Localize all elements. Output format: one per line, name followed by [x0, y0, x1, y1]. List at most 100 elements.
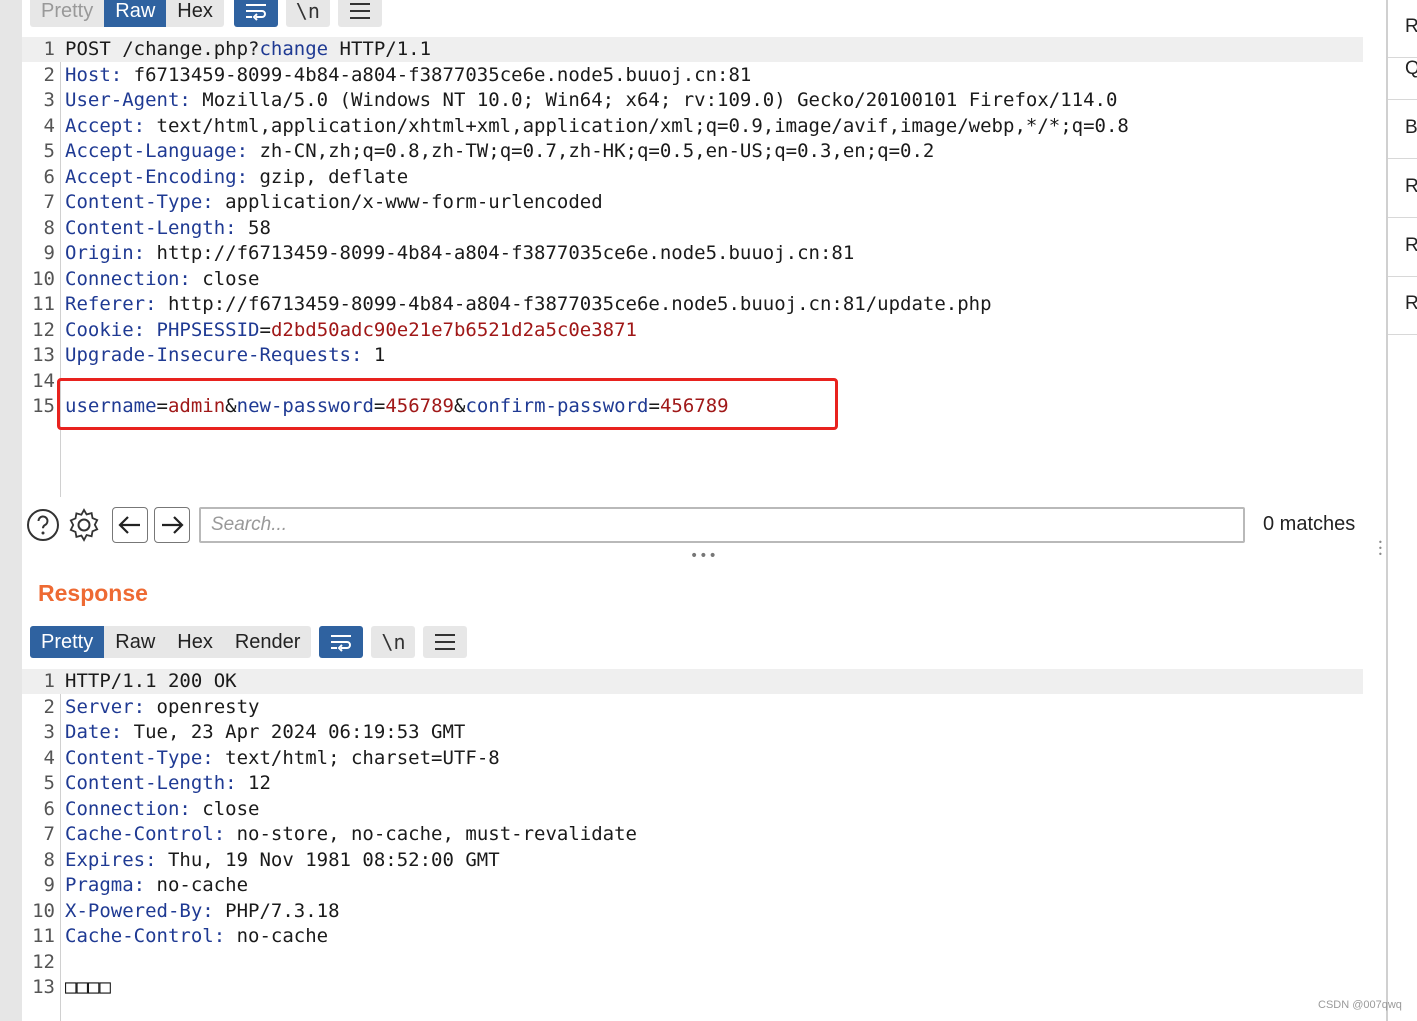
response-menu-button[interactable] [423, 626, 468, 658]
response-toolbar: Pretty Raw Hex Render \n [30, 626, 468, 658]
line-content: Referer: http://f6713459-8099-4b84-a804-… [65, 292, 992, 317]
code-line[interactable]: 2 Host: f6713459-8099-4b84-a804-f3877035c… [22, 63, 1363, 88]
text-segment: 58 [236, 216, 271, 239]
code-line[interactable]: 5 Content-Length: 12 [22, 771, 1363, 796]
wrap-icon [245, 4, 266, 21]
splitter-handle-icon[interactable]: ••• [690, 548, 718, 564]
code-line[interactable]: 5 Accept-Language: zh-CN,zh;q=0.8,zh-TW;q… [22, 139, 1363, 164]
response-tab-raw[interactable]: Raw [104, 626, 166, 658]
line-content: Cookie: PHPSESSID=d2bd50adc90e21e7b6521d… [65, 318, 637, 343]
header-name: Date: [65, 721, 123, 743]
header-name: Referer: [65, 293, 157, 315]
code-line[interactable]: 11 Referer: http://f6713459-8099-4b84-a80… [22, 292, 1363, 317]
response-tab-hex[interactable]: Hex [166, 626, 224, 658]
response-editor[interactable]: 1 HTTP/1.1 200 OK 2 Server: openresty 3 Date:… [22, 669, 1363, 1021]
text-segment: text/html,application/xhtml+xml,applicat… [145, 114, 1129, 137]
line-content: Server: openresty [65, 695, 259, 720]
code-line[interactable]: 13 □□□□ [22, 975, 1363, 1000]
code-line[interactable]: 9 Origin: http://f6713459-8099-4b84-a804-… [22, 241, 1363, 266]
side-panel-item[interactable]: R [1388, 277, 1417, 335]
code-line[interactable]: 4 Content-Type: text/html; charset=UTF-8 [22, 746, 1363, 771]
param-value: d2bd50adc90e21e7b6521d2a5c0e3871 [270, 318, 637, 341]
code-line[interactable]: 3 Date: Tue, 23 Apr 2024 06:19:53 GMT [22, 720, 1363, 745]
code-line[interactable]: 1 POST /change.php?change HTTP/1.1 [22, 37, 1363, 62]
side-panel-item[interactable]: R [1388, 219, 1417, 277]
header-name: Cache-Control: [65, 925, 226, 947]
gear-icon[interactable] [67, 508, 101, 542]
next-match-button[interactable] [154, 507, 190, 543]
side-panel-item[interactable]: R [1388, 160, 1417, 218]
menu-icon [349, 3, 370, 19]
wrap-lines-button[interactable] [233, 0, 278, 27]
code-line[interactable]: 12 Cookie: PHPSESSID=d2bd50adc90e21e7b652… [22, 318, 1363, 343]
response-show-newlines-button[interactable]: \n [371, 626, 416, 658]
unrenderable-text: □□□□ [65, 976, 111, 998]
code-line[interactable]: 6 Accept-Encoding: gzip, deflate [22, 165, 1363, 190]
header-name: Host: [65, 63, 123, 86]
header-name: Server: [65, 695, 146, 718]
highlight-box [57, 378, 838, 430]
code-line[interactable]: 6 Connection: close [22, 797, 1363, 822]
line-content: Origin: http://f6713459-8099-4b84-a804-f… [65, 241, 854, 266]
code-line[interactable]: 7 Cache-Control: no-store, no-cache, must… [22, 822, 1363, 847]
line-number: 7 [43, 823, 55, 845]
line-number: 5 [43, 140, 55, 162]
text-segment: no-store, no-cache, must-revalidate [225, 823, 637, 845]
help-icon[interactable] [26, 508, 60, 542]
side-panel-item[interactable]: B [1388, 101, 1417, 159]
code-line[interactable]: 4 Accept: text/html,application/xhtml+xml… [22, 114, 1363, 139]
request-tab-hex[interactable]: Hex [166, 0, 224, 27]
code-line[interactable]: 11 Cache-Control: no-cache [22, 924, 1363, 949]
code-line[interactable]: 8 Content-Length: 58 [22, 216, 1363, 241]
text-segment: 12 [236, 772, 271, 794]
line-number: 2 [43, 695, 55, 718]
code-line[interactable]: 12 [22, 950, 1363, 975]
line-number: 11 [32, 925, 55, 947]
response-tab-pretty[interactable]: Pretty [30, 626, 105, 658]
text-segment: Tue, 23 Apr 2024 06:19:53 GMT [122, 721, 466, 743]
text-segment: no-cache [225, 925, 329, 947]
line-number: 3 [43, 89, 55, 111]
line-content: Host: f6713459-8099-4b84-a804-f3877035ce… [65, 63, 751, 88]
text-segment: close [190, 267, 260, 290]
code-line[interactable]: 9 Pragma: no-cache [22, 873, 1363, 898]
code-line[interactable]: 10 X-Powered-By: PHP/7.3.18 [22, 899, 1363, 924]
line-number: 6 [43, 165, 55, 188]
code-line[interactable]: 13 Upgrade-Insecure-Requests: 1 [22, 343, 1363, 368]
code-line[interactable]: 1 HTTP/1.1 200 OK [22, 669, 1363, 694]
code-line[interactable]: 7 Content-Type: application/x-www-form-ur… [22, 190, 1363, 215]
side-panel-item[interactable]: Q [1388, 42, 1417, 100]
header-name: Expires: [65, 848, 157, 871]
request-tab-raw[interactable]: Raw [104, 0, 167, 27]
line-number: 14 [32, 369, 55, 392]
header-name: X-Powered-By: [65, 899, 214, 922]
code-line[interactable]: 2 Server: openresty [22, 695, 1363, 720]
request-menu-button[interactable] [337, 0, 382, 27]
line-number: 10 [32, 899, 55, 922]
response-tab-render[interactable]: Render [224, 626, 312, 658]
line-content: Accept-Language: zh-CN,zh;q=0.8,zh-TW;q=… [65, 139, 934, 164]
line-number: 9 [43, 242, 55, 264]
header-name: Accept: [65, 114, 146, 137]
line-number: 15 [32, 395, 55, 417]
header-name: Cookie: [65, 318, 146, 341]
code-line[interactable]: 3 User-Agent: Mozilla/5.0 (Windows NT 10.… [22, 88, 1363, 113]
request-tab-pretty[interactable]: Pretty [30, 0, 104, 27]
line-content: Accept: text/html,application/xhtml+xml,… [65, 114, 1129, 139]
request-toolbar: Pretty Raw Hex \n [30, 0, 382, 27]
line-number: 11 [32, 293, 55, 315]
response-wrap-lines-button[interactable] [319, 626, 364, 658]
previous-match-button[interactable] [112, 507, 148, 543]
line-content: Upgrade-Insecure-Requests: 1 [65, 343, 385, 368]
text-segment: f6713459-8099-4b84-a804-f3877035ce6e.nod… [122, 63, 752, 86]
code-line[interactable]: 8 Expires: Thu, 19 Nov 1981 08:52:00 GMT [22, 848, 1363, 873]
line-content: Pragma: no-cache [65, 873, 248, 898]
show-newlines-button[interactable]: \n [285, 0, 330, 27]
code-line[interactable]: 10 Connection: close [22, 267, 1363, 292]
search-input[interactable] [199, 507, 1245, 543]
text-segment: HTTP/1.1 [328, 38, 432, 60]
vertical-splitter-handle-icon[interactable]: • • • [1378, 539, 1384, 559]
menu-icon [435, 634, 456, 650]
line-number: 12 [32, 318, 55, 341]
line-number: 4 [43, 746, 55, 769]
